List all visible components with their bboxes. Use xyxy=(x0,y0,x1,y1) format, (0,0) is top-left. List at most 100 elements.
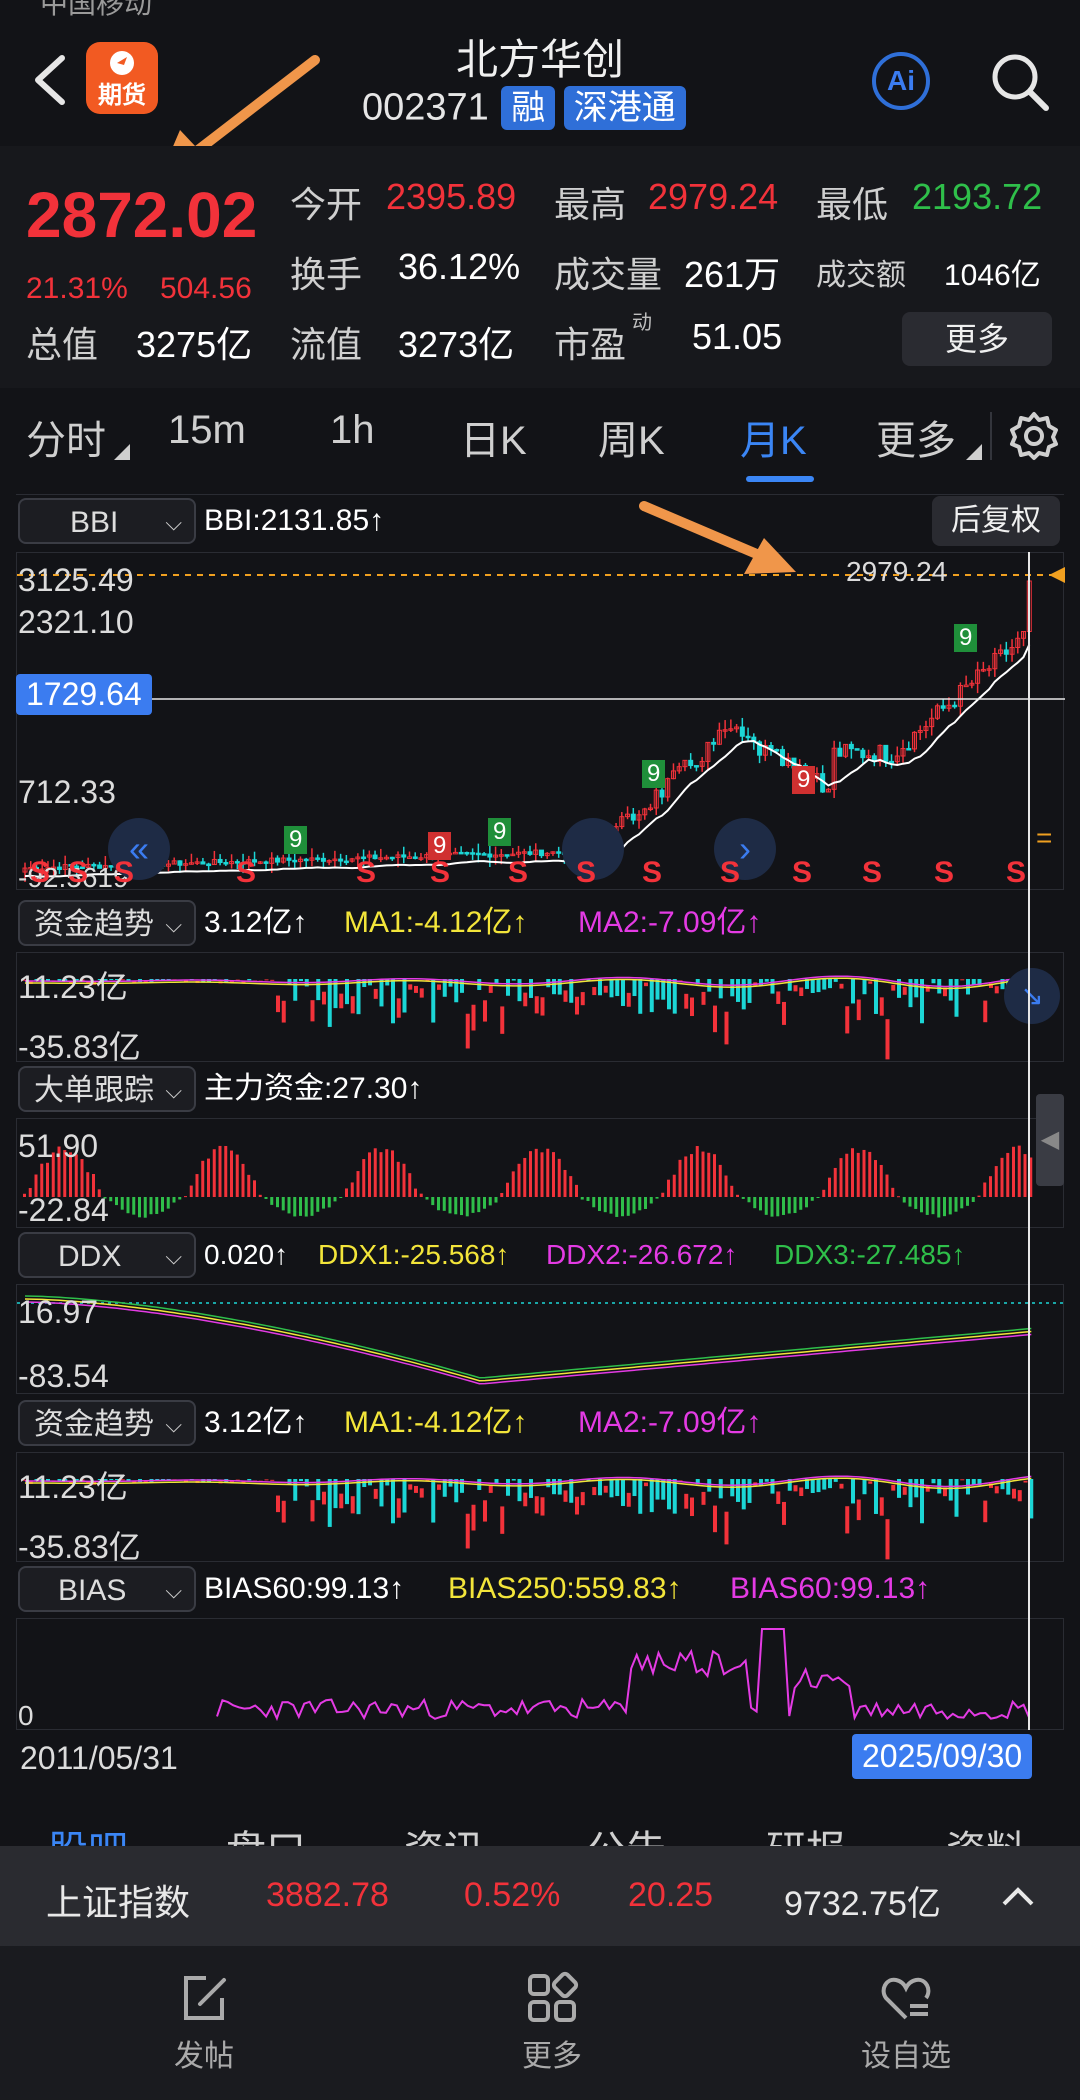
big-order-bar xyxy=(414,1188,417,1197)
fund-trend-select[interactable]: 资金趋势 ⌵ xyxy=(18,900,196,946)
indicator-bar xyxy=(816,1479,821,1493)
indicator-bar xyxy=(264,979,269,981)
ai-button[interactable]: Ai xyxy=(872,52,930,110)
indicator-bar xyxy=(672,979,677,1014)
indicator-bar xyxy=(408,984,413,990)
indicator-bar xyxy=(276,995,280,1013)
big-order-bar xyxy=(753,1197,757,1209)
kline-candle xyxy=(688,759,694,767)
indicator-bar xyxy=(902,986,907,995)
td-marker: 9 xyxy=(642,760,666,788)
indicator-bar xyxy=(914,1479,919,1498)
indicator-bar xyxy=(598,979,602,996)
indicator-bar xyxy=(713,1005,717,1033)
indicator-bar xyxy=(960,979,965,981)
big-order-bar xyxy=(759,1197,762,1211)
kline-candle xyxy=(406,856,412,859)
kline-candle xyxy=(412,856,418,859)
indicator-bar xyxy=(385,1479,390,1486)
indicator-bar xyxy=(960,1479,965,1481)
side-drawer-handle[interactable]: ◀ xyxy=(1036,1094,1064,1186)
chart-collapse-icon[interactable]: = xyxy=(1036,822,1052,854)
fund-trend-y-top: 11.23亿 xyxy=(18,969,128,1005)
indicator-bar xyxy=(931,1479,936,1484)
indicator-bar xyxy=(615,1479,620,1497)
big-order-bar xyxy=(483,1197,486,1209)
big-order-bar xyxy=(661,1192,665,1197)
big-order-bar xyxy=(304,1197,308,1217)
big-order-bar xyxy=(782,1197,785,1215)
post-button[interactable]: 发帖 xyxy=(154,1970,254,2080)
ddx-chart xyxy=(16,1284,1065,1394)
s-marker: S xyxy=(30,856,51,889)
indicator-bar xyxy=(609,979,614,998)
bias-select[interactable]: BIAS ⌵ xyxy=(18,1566,196,1612)
indicator-bar xyxy=(327,979,332,1027)
tab-active-indicator xyxy=(746,476,814,482)
big-order-bar xyxy=(966,1197,969,1206)
indicator-bar xyxy=(327,1479,332,1527)
s-marker: S xyxy=(356,856,377,889)
index-bar[interactable]: 上证指数 3882.78 0.52% 20.25 9732.75亿 xyxy=(0,1846,1080,1946)
more-nav-button[interactable]: 更多 xyxy=(502,1970,602,2080)
info-tab-notice[interactable]: 公告 xyxy=(586,1818,666,1846)
info-tab-pankou[interactable]: 盘口 xyxy=(226,1818,306,1846)
info-tab-research[interactable]: 研报 xyxy=(766,1818,846,1846)
tab-daily[interactable]: 日K xyxy=(460,408,527,466)
info-tab-guba[interactable]: 股吧 xyxy=(48,1818,128,1846)
low-value: 2193.72 xyxy=(912,176,1043,217)
bias250-value: BIAS250:559.83↑ xyxy=(448,1572,682,1605)
indicator-bar xyxy=(534,1496,539,1514)
big-order-bar xyxy=(690,1154,693,1197)
kline-candle xyxy=(464,851,470,855)
big-order-bar xyxy=(667,1179,670,1197)
big-order-bar xyxy=(701,1151,705,1197)
indicator-bar xyxy=(350,996,355,1014)
big-order-bar xyxy=(586,1197,590,1201)
indicator-bar xyxy=(983,1500,988,1523)
tab-1h[interactable]: 1h xyxy=(330,408,375,453)
big-order-bar xyxy=(856,1152,860,1197)
indicator-bar xyxy=(948,979,953,1001)
big-order-bar xyxy=(747,1197,751,1203)
add-watchlist-button[interactable]: 设自选 xyxy=(846,1970,966,2080)
adjust-button[interactable]: 后复权 xyxy=(932,496,1060,546)
ddx-select[interactable]: DDX ⌵ xyxy=(18,1232,196,1278)
kline-candle xyxy=(659,789,665,798)
indicator-bar xyxy=(845,1506,850,1534)
expand-panel-button[interactable]: ↘ xyxy=(1004,968,1060,1024)
big-order-bar xyxy=(276,1197,279,1208)
big-order-select[interactable]: 大单跟踪 ⌵ xyxy=(18,1066,196,1112)
tab-monthly[interactable]: 月K xyxy=(740,408,807,466)
indicator-bar xyxy=(701,1491,706,1505)
big-order-bar xyxy=(684,1156,688,1197)
status-bar-text: 中国移动 xyxy=(40,0,153,19)
kline-candle xyxy=(275,857,280,863)
main-indicator-select[interactable]: BBI ⌵ xyxy=(18,498,196,544)
search-button[interactable] xyxy=(988,50,1052,114)
info-tab-news[interactable]: 资讯 xyxy=(404,1818,484,1846)
more-quote-button[interactable]: 更多 xyxy=(902,312,1052,366)
chevron-up-icon[interactable] xyxy=(998,1878,1038,1914)
indicator-bar xyxy=(822,1479,827,1490)
big-order-bar xyxy=(1006,1152,1010,1197)
big-order-bar xyxy=(120,1197,124,1210)
fund-trend-select-2[interactable]: 资金趋势 ⌵ xyxy=(18,1400,196,1446)
kline-candle xyxy=(315,857,321,860)
tab-more[interactable]: 更多 xyxy=(876,408,956,466)
settings-button[interactable] xyxy=(1008,410,1060,462)
chevron-down-icon: ⌵ xyxy=(165,510,182,535)
pe-label: 市盈 xyxy=(554,324,627,365)
indicator-bar xyxy=(764,1479,769,1482)
info-tab-profile[interactable]: 资料 xyxy=(946,1818,1026,1846)
bias60-value: BIAS60:99.13↑ xyxy=(204,1572,405,1605)
indicator-bar xyxy=(799,987,804,996)
ai-label: Ai xyxy=(887,65,915,96)
big-order-bar xyxy=(925,1197,929,1215)
tab-intraday[interactable]: 分时 xyxy=(26,408,106,466)
indicator-bar xyxy=(339,1493,344,1509)
main-chart-area[interactable] xyxy=(16,552,1065,890)
indicator-bar xyxy=(885,1519,890,1560)
tab-15m[interactable]: 15m xyxy=(168,408,246,453)
tab-weekly[interactable]: 周K xyxy=(598,408,665,466)
